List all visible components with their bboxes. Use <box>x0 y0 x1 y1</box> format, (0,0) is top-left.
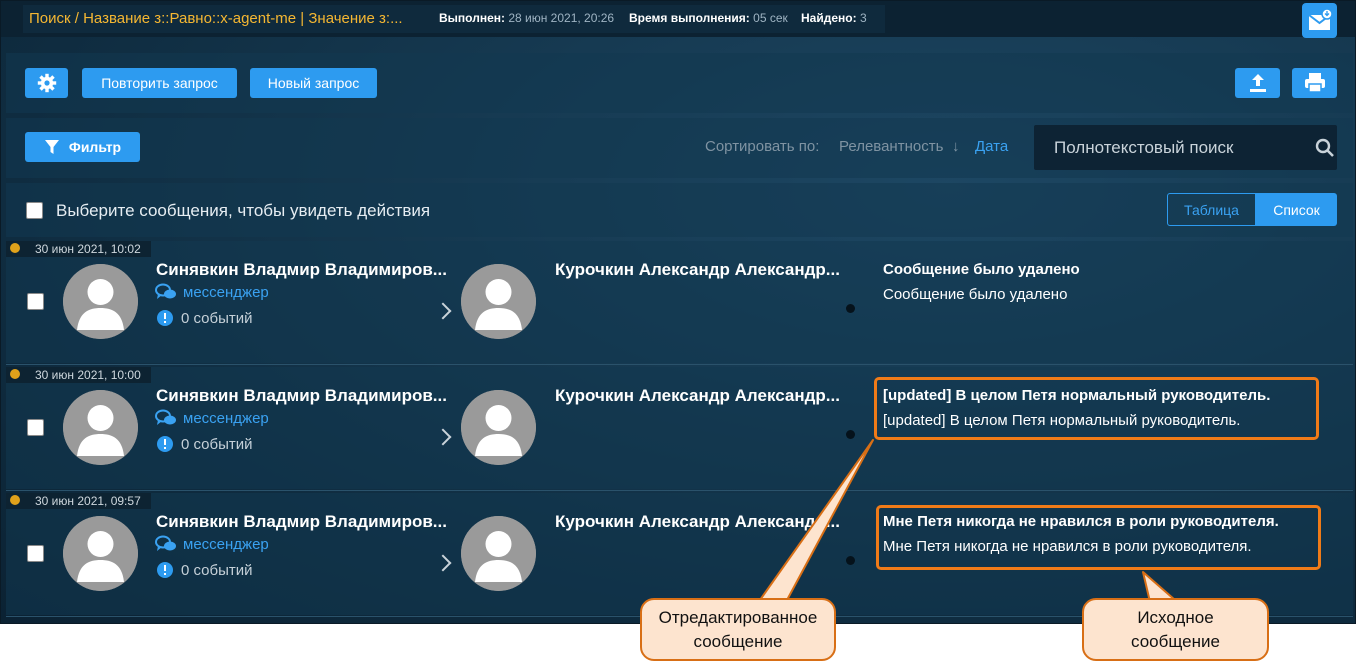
edited-message-callout: Отредактированное сообщение <box>640 598 836 661</box>
original-message-callout: Исходное сообщение <box>1082 598 1269 661</box>
callout-pointers <box>759 439 1176 603</box>
edited-callout-line2: сообщение <box>693 631 783 651</box>
original-callout-line1: Исходное <box>1137 607 1214 627</box>
edited-callout-line1: Отредактированное <box>658 607 818 627</box>
original-callout-line2: сообщение <box>1131 631 1220 651</box>
